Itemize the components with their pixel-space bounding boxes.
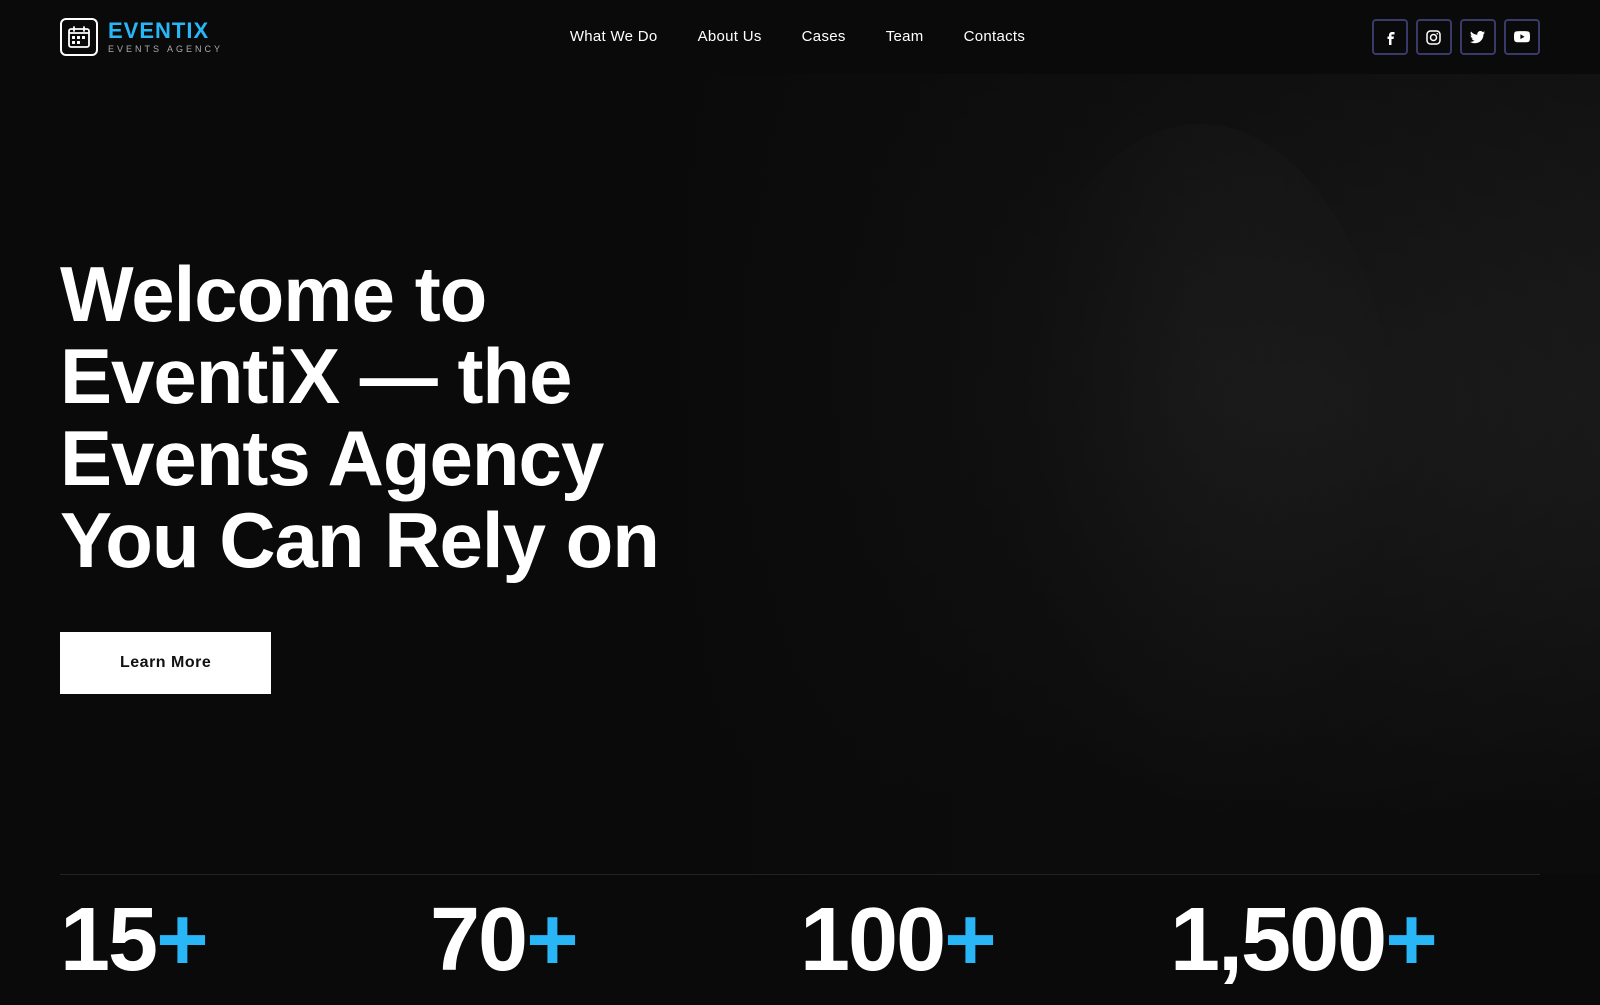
logo-icon: [60, 18, 98, 56]
nav-item-what-we-do[interactable]: What We Do: [570, 28, 658, 46]
nav-link-cases[interactable]: Cases: [802, 28, 846, 45]
nav-item-team[interactable]: Team: [886, 28, 924, 46]
nav-link-contacts[interactable]: Contacts: [964, 28, 1026, 45]
nav-link-team[interactable]: Team: [886, 28, 924, 45]
instagram-icon[interactable]: [1416, 19, 1452, 55]
logo-tagline: EVENTS AGENCY: [108, 44, 223, 54]
stat-number-0: 15+: [60, 895, 430, 985]
hero-content: Welcome to EventiX — the Events Agency Y…: [60, 254, 840, 694]
stat-number-1: 70+: [430, 895, 800, 985]
nav-link-what-we-do[interactable]: What We Do: [570, 28, 658, 45]
stat-number-2: 100+: [800, 895, 1170, 985]
navbar: EVENTIX EVENTS AGENCY What We Do About U…: [0, 0, 1600, 74]
hero-section: Welcome to EventiX — the Events Agency Y…: [0, 74, 1600, 894]
logo[interactable]: EVENTIX EVENTS AGENCY: [60, 18, 223, 56]
stat-number-3: 1,500+: [1170, 895, 1540, 985]
nav-item-about-us[interactable]: About Us: [698, 28, 762, 46]
stat-item-1: 70+: [430, 874, 800, 1005]
nav-link-about-us[interactable]: About Us: [698, 28, 762, 45]
youtube-icon[interactable]: [1504, 19, 1540, 55]
stat-item-3: 1,500+: [1170, 874, 1540, 1005]
stat-item-0: 15+: [60, 874, 430, 1005]
stats-bar: 15+ 70+ 100+ 1,500+: [0, 874, 1600, 1005]
logo-text: EVENTIX EVENTS AGENCY: [108, 20, 223, 54]
nav-item-cases[interactable]: Cases: [802, 28, 846, 46]
hero-title: Welcome to EventiX — the Events Agency Y…: [60, 254, 840, 582]
nav-item-contacts[interactable]: Contacts: [964, 28, 1026, 46]
logo-name: EVENTIX: [108, 20, 223, 42]
stat-item-2: 100+: [800, 874, 1170, 1005]
nav-links: What We Do About Us Cases Team Contacts: [570, 28, 1025, 46]
twitter-icon[interactable]: [1460, 19, 1496, 55]
social-icons: [1372, 19, 1540, 55]
learn-more-button[interactable]: Learn More: [60, 632, 271, 694]
facebook-icon[interactable]: [1372, 19, 1408, 55]
